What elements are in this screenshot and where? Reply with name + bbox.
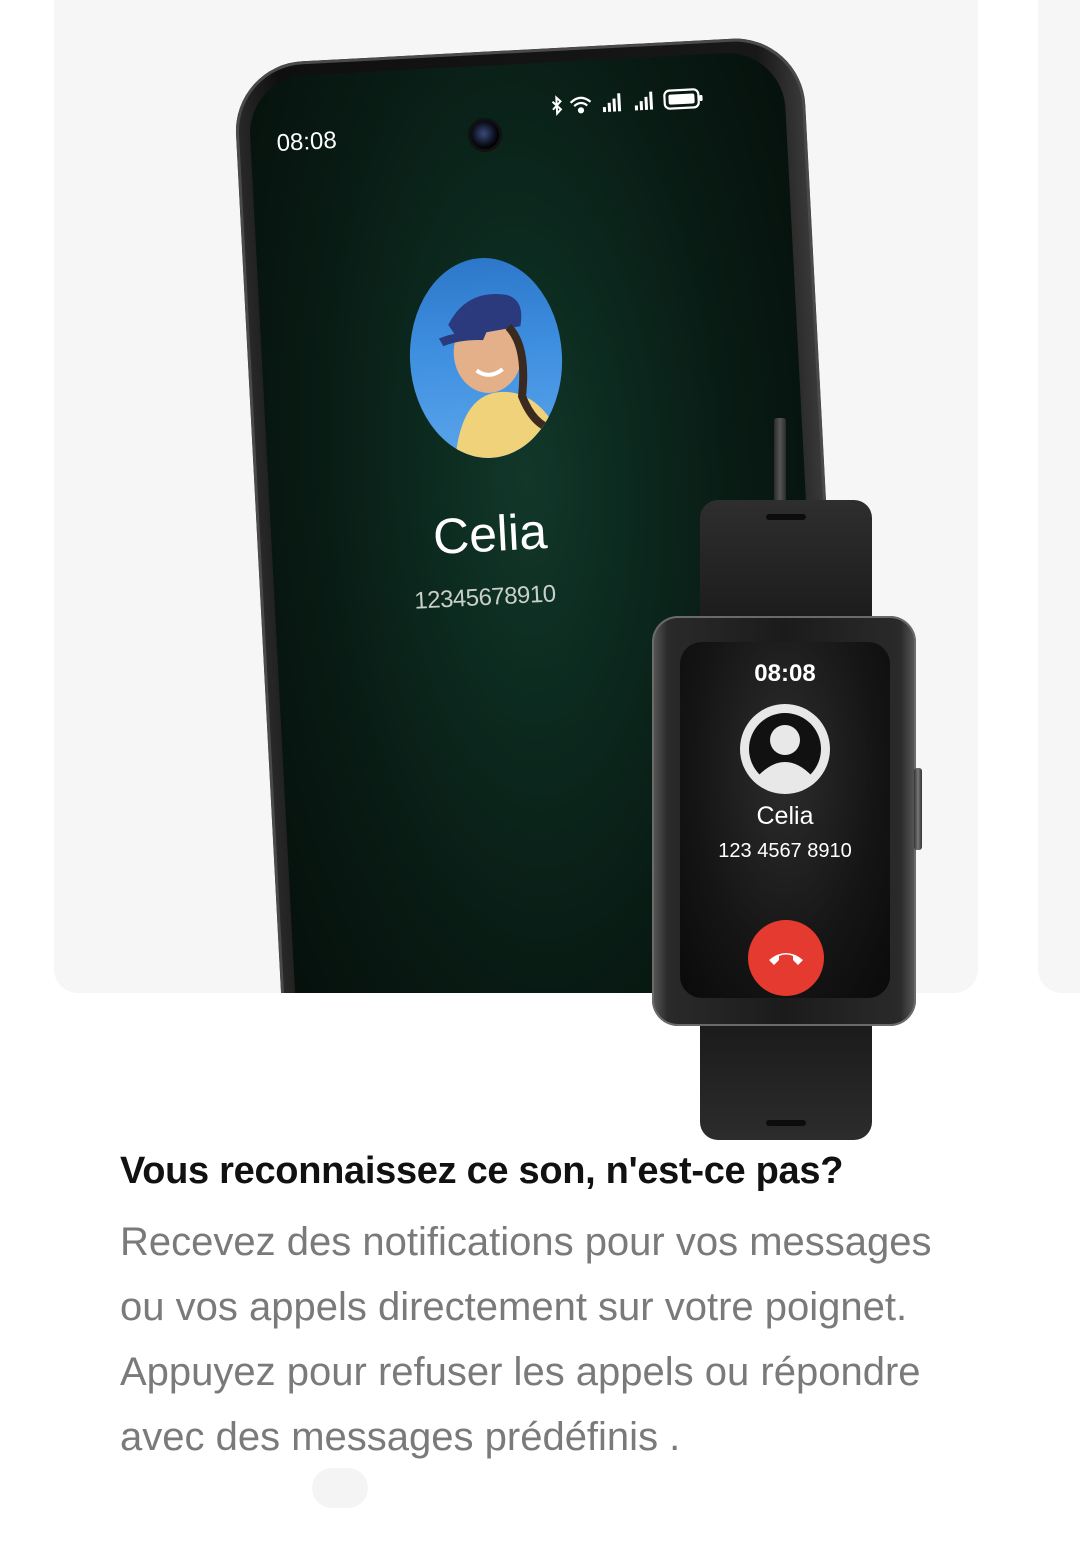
feature-title: Vous reconnaissez ce son, n'est-ce pas? (120, 1150, 844, 1192)
feature-description: Recevez des notifications pour vos messa… (120, 1220, 932, 1459)
watch-screen: 08:08 Celia 123 4567 8910 (680, 642, 890, 998)
contact-avatar-icon (740, 704, 830, 794)
front-camera-icon (468, 118, 502, 152)
person-icon (742, 706, 828, 792)
phone-caller-name: Celia (431, 503, 549, 565)
watch-strap-bottom (700, 1006, 872, 1140)
phone-side-button (774, 418, 786, 508)
watch-time: 08:08 (754, 660, 816, 687)
decline-call-button[interactable] (748, 920, 824, 996)
wifi-icon (569, 96, 592, 114)
phone-status-time: 08:08 (276, 126, 338, 157)
smart-band-device: 08:08 Celia 123 4567 8910 (652, 500, 922, 1140)
text-selection-overlay (312, 1468, 368, 1508)
battery-icon (663, 88, 703, 110)
feature-page: 08:08 Celia 12345678910 08:08 Celia 123 … (0, 0, 1080, 1548)
strap-slot (766, 514, 806, 520)
strap-slot (766, 1120, 806, 1126)
signal-icon (602, 93, 622, 113)
signal-icon-2 (634, 91, 654, 111)
status-icons-svg (551, 88, 703, 117)
bluetooth-icon (551, 95, 563, 117)
hang-up-icon (769, 953, 803, 965)
status-bar-icons (548, 84, 710, 131)
watch-caller-number: 123 4567 8910 (718, 840, 852, 862)
watch-caller-name: Celia (756, 802, 814, 830)
watch-side-button (914, 768, 922, 850)
watch-strap-top (700, 500, 872, 634)
